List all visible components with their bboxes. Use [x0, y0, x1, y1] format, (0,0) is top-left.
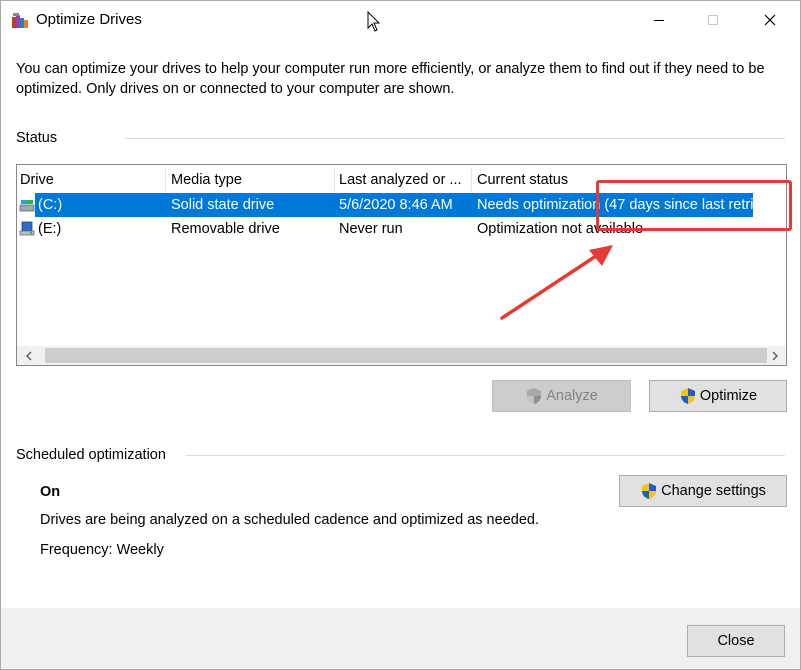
change-settings-label: Change settings: [661, 483, 766, 499]
last-analyzed: Never run: [339, 221, 403, 237]
annotation-arrow-icon: [500, 245, 613, 320]
uac-shield-icon: [680, 388, 695, 404]
change-settings-button[interactable]: Change settings: [619, 475, 787, 507]
dialog-footer: Close: [1, 608, 800, 669]
optimize-drives-icon: [12, 13, 28, 28]
horizontal-scrollbar[interactable]: [17, 346, 786, 365]
column-header-media-type[interactable]: Media type: [168, 165, 334, 193]
uac-shield-icon: [527, 388, 542, 404]
media-type: Removable drive: [171, 221, 280, 237]
column-separator[interactable]: [471, 167, 472, 191]
scheduled-divider: [186, 455, 785, 456]
minimize-icon: [654, 20, 664, 21]
scroll-right-button[interactable]: [765, 346, 785, 365]
column-separator[interactable]: [165, 167, 166, 191]
uac-shield-icon: [642, 483, 657, 499]
maximize-icon: [708, 15, 718, 25]
maximize-button[interactable]: [690, 1, 736, 39]
status-label: Status: [16, 130, 58, 146]
media-type: Solid state drive: [171, 197, 275, 213]
close-label: Close: [717, 633, 755, 649]
column-header-drive[interactable]: Drive: [17, 165, 165, 193]
optimize-button[interactable]: Optimize: [649, 380, 787, 412]
status-divider: [125, 138, 785, 139]
last-analyzed: 5/6/2020 8:46 AM: [339, 197, 453, 213]
window-title: Optimize Drives: [36, 11, 142, 28]
scheduled-optimization-label: Scheduled optimization: [16, 447, 166, 463]
minimize-button[interactable]: [636, 1, 682, 39]
scroll-left-button[interactable]: [19, 346, 39, 365]
annotation-highlight-box: [596, 180, 792, 231]
title-bar[interactable]: Optimize Drives: [1, 1, 800, 39]
drive-name: (E:): [38, 221, 62, 237]
schedule-frequency: Frequency: Weekly: [40, 542, 164, 558]
column-separator[interactable]: [334, 167, 335, 191]
mouse-cursor-icon: [367, 11, 381, 32]
drive-name: (C:): [38, 197, 63, 213]
close-window-button[interactable]: [747, 1, 793, 39]
schedule-state: On: [40, 484, 61, 500]
intro-text: You can optimize your drives to help you…: [16, 61, 765, 97]
scrollbar-thumb[interactable]: [45, 348, 767, 363]
optimize-drives-window: Optimize Drives You can optimize your dr…: [0, 0, 801, 670]
ssd-drive-icon: [19, 200, 35, 212]
removable-drive-icon: [19, 221, 35, 236]
schedule-description: Drives are being analyzed on a scheduled…: [40, 512, 539, 528]
chevron-left-icon: [26, 351, 32, 360]
optimize-label: Optimize: [699, 388, 758, 404]
analyze-label: Analyze: [546, 388, 598, 404]
chevron-right-icon: [772, 351, 778, 360]
column-header-last-analyzed[interactable]: Last analyzed or ...: [336, 165, 470, 193]
close-button[interactable]: Close: [687, 625, 785, 657]
close-icon: [764, 14, 776, 26]
analyze-button[interactable]: Analyze: [492, 380, 631, 412]
